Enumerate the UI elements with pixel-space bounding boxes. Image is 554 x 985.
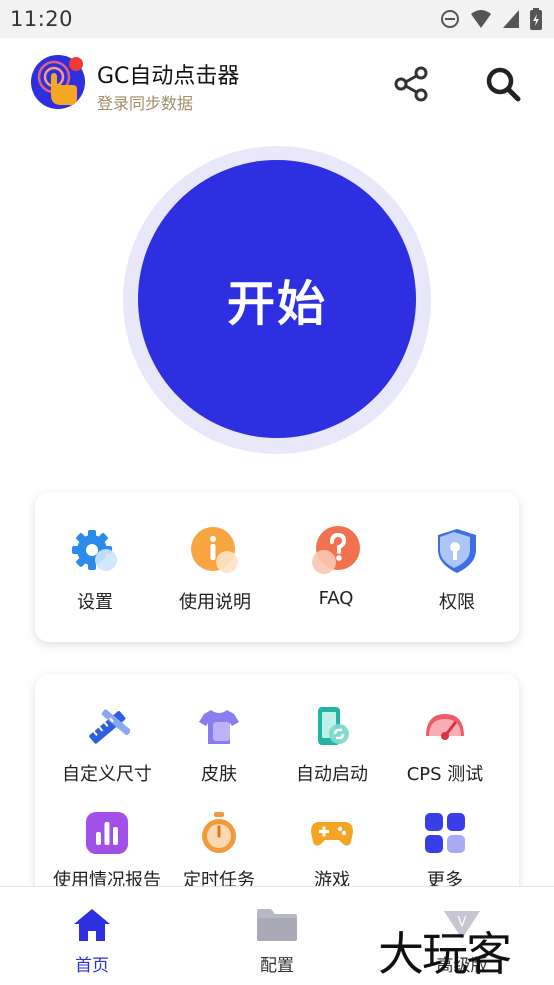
ruler-pencil-icon: [84, 704, 130, 750]
share-icon[interactable]: [392, 65, 430, 103]
info-icon: [190, 526, 240, 576]
start-button[interactable]: 开始: [138, 160, 416, 438]
status-bar: 11:20: [0, 0, 554, 38]
gear-icon: [70, 526, 120, 576]
home-icon: [70, 905, 114, 945]
quick-menu-settings[interactable]: 设置: [35, 526, 155, 614]
grid-icon: [422, 810, 468, 856]
quick-menu-label: FAQ: [318, 588, 354, 609]
watermark-text: 大玩客: [378, 927, 512, 981]
phone-link-icon: [309, 704, 355, 750]
quick-menu-label: 权限: [439, 592, 475, 613]
battery-icon: [530, 8, 542, 30]
feature-skins[interactable]: 皮肤: [159, 704, 279, 786]
signal-icon: [503, 10, 519, 28]
quick-menu-instructions[interactable]: 使用说明: [155, 526, 275, 614]
quick-menu-label: 设置: [77, 592, 113, 613]
folder-icon: [255, 905, 299, 945]
gamepad-icon: [309, 810, 355, 856]
quick-menu-label: 使用说明: [179, 592, 251, 613]
feature-label: CPS 测试: [406, 764, 484, 785]
do-not-disturb-icon: [441, 10, 459, 28]
feature-custom-size[interactable]: 自定义尺寸: [47, 704, 167, 786]
stopwatch-icon: [196, 810, 242, 856]
feature-games[interactable]: 游戏: [272, 810, 392, 892]
quick-menu-permissions[interactable]: 权限: [397, 526, 517, 614]
wifi-icon: [471, 10, 491, 28]
status-time: 11:20: [10, 7, 74, 31]
status-icons: [440, 8, 542, 30]
nav-label: 配置: [260, 956, 294, 976]
feature-label: 自动启动: [296, 764, 368, 785]
feature-more[interactable]: 更多: [385, 810, 505, 892]
app-logo-icon[interactable]: [31, 55, 85, 109]
feature-scheduled-tasks[interactable]: 定时任务: [159, 810, 279, 892]
nav-config[interactable]: 配置: [217, 887, 337, 985]
app-title: GC自动点击器: [97, 64, 240, 89]
nav-label: 首页: [75, 956, 109, 976]
quick-menu-card: 设置 使用说明 FAQ 权限: [35, 492, 519, 642]
app-header: GC自动点击器 登录同步数据: [0, 38, 554, 128]
search-icon[interactable]: [484, 65, 522, 103]
question-icon: [311, 526, 361, 576]
feature-cps-test[interactable]: CPS 测试: [385, 704, 505, 786]
bar-chart-icon: [84, 810, 130, 856]
tshirt-icon: [196, 704, 242, 750]
shield-key-icon: [432, 526, 482, 576]
feature-label: 皮肤: [201, 764, 237, 785]
feature-auto-start[interactable]: 自动启动: [272, 704, 392, 786]
feature-usage-report[interactable]: 使用情况报告: [47, 810, 167, 892]
nav-home[interactable]: 首页: [32, 887, 152, 985]
speedometer-icon: [422, 704, 468, 750]
login-sync-link[interactable]: 登录同步数据: [97, 90, 193, 114]
quick-menu-faq[interactable]: FAQ: [276, 526, 396, 609]
feature-label: 自定义尺寸: [62, 764, 152, 785]
